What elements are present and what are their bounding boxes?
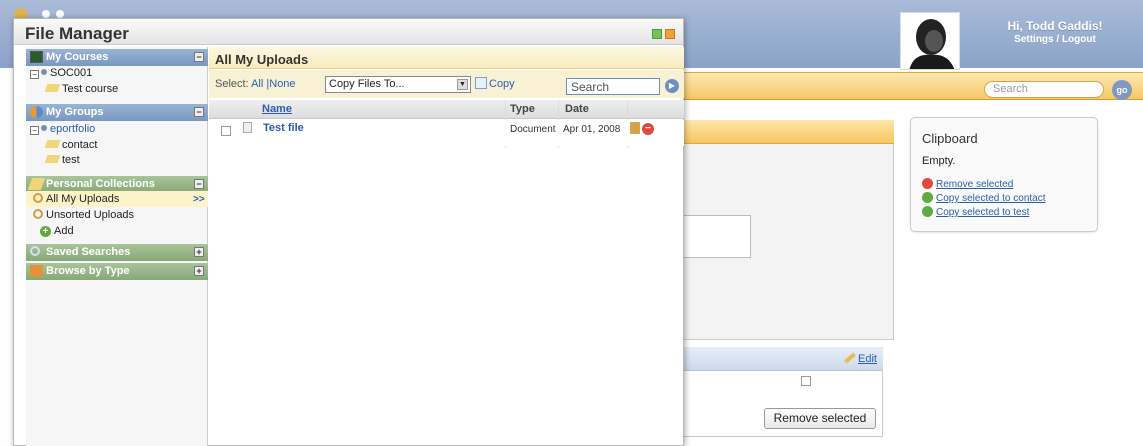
- clipboard-copy-to-test[interactable]: Copy selected to test: [922, 206, 1029, 218]
- account-links: Settings / Logout: [980, 34, 1130, 45]
- selection-checkbox[interactable]: [801, 376, 811, 386]
- copy-button[interactable]: Copy: [475, 77, 515, 90]
- tree-item-eportfolio[interactable]: − eportfolio: [30, 123, 95, 135]
- collapse-icon[interactable]: −: [30, 126, 39, 135]
- chevron-down-icon: ▼: [457, 79, 468, 90]
- add-collection-link[interactable]: + Add: [40, 225, 74, 237]
- tree-item-contact[interactable]: contact: [44, 139, 98, 151]
- pencil-icon: [844, 352, 856, 364]
- monitor-icon: [30, 51, 43, 63]
- clipboard-copy-to-contact[interactable]: Copy selected to contact: [922, 192, 1046, 204]
- search-go-icon[interactable]: ▶: [665, 79, 679, 93]
- column-header-type[interactable]: Type: [510, 103, 535, 115]
- magnifier-icon: [33, 193, 43, 203]
- copy-icon: [475, 77, 487, 89]
- collapse-icon[interactable]: −: [194, 179, 204, 189]
- section-saved-searches[interactable]: Saved Searches +: [26, 244, 208, 261]
- clipboard-action-label: Remove selected: [936, 179, 1014, 190]
- tree-item-label: contact: [62, 139, 98, 151]
- site-search-go-button[interactable]: go: [1112, 80, 1132, 100]
- section-label: Saved Searches: [46, 246, 131, 258]
- tree-item-unsorted-uploads[interactable]: Unsorted Uploads: [33, 209, 134, 221]
- tag-icon: [44, 140, 61, 148]
- column-header-name[interactable]: Name: [262, 103, 292, 115]
- logout-link[interactable]: Logout: [1062, 34, 1096, 45]
- collapse-icon[interactable]: −: [30, 70, 39, 79]
- expand-icon[interactable]: +: [194, 247, 204, 257]
- copy-button-label: Copy: [489, 78, 515, 90]
- add-icon: +: [40, 226, 51, 237]
- tree-item-label: eportfolio: [50, 123, 96, 135]
- select-none-link[interactable]: None: [269, 78, 295, 90]
- section-my-groups[interactable]: My Groups −: [26, 104, 208, 121]
- clipboard-icon[interactable]: [630, 122, 640, 134]
- file-search-input[interactable]: Search: [566, 78, 660, 95]
- user-greeting: Hi, Todd Gaddis!: [1007, 19, 1103, 33]
- clipboard-action-label: Copy selected to test: [936, 207, 1030, 218]
- tree-item-label: test: [62, 154, 80, 166]
- close-icon[interactable]: [665, 29, 675, 39]
- row-checkbox[interactable]: [221, 126, 231, 136]
- section-browse-by-type[interactable]: Browse by Type +: [26, 263, 208, 280]
- expand-icon[interactable]: +: [194, 266, 204, 276]
- copy-files-to-value: Copy Files To...: [329, 78, 405, 90]
- clipboard-title: Clipboard: [922, 131, 978, 146]
- edit-link[interactable]: Edit: [844, 352, 877, 365]
- select-label: Select:: [215, 78, 249, 90]
- tree-item-soc001[interactable]: − SOC001: [30, 67, 92, 79]
- select-all-link[interactable]: All: [251, 78, 263, 90]
- section-label: Browse by Type: [46, 265, 130, 277]
- tag-icon: [44, 155, 61, 163]
- clipboard-remove-selected[interactable]: Remove selected: [922, 178, 1013, 190]
- file-type: Document: [510, 124, 556, 135]
- magnifier-icon: [33, 209, 43, 219]
- section-label: Personal Collections: [46, 178, 155, 190]
- clipboard-status: Empty.: [922, 155, 956, 167]
- remove-selected-button[interactable]: Remove selected: [764, 408, 876, 429]
- tree-item-label: Unsorted Uploads: [46, 209, 135, 221]
- copy-files-to-select[interactable]: Copy Files To... ▼: [325, 76, 471, 93]
- file-name-link[interactable]: Test file: [263, 122, 304, 134]
- edit-label: Edit: [858, 353, 877, 365]
- tag-icon: [27, 178, 46, 190]
- settings-link[interactable]: Settings: [1014, 34, 1053, 45]
- file-manager-title: File Manager: [25, 24, 129, 43]
- tree-item-label: Test course: [62, 83, 119, 95]
- delete-icon[interactable]: −: [642, 123, 654, 135]
- add-icon: [922, 192, 933, 203]
- section-label: My Courses: [46, 51, 109, 63]
- tag-icon: [44, 84, 61, 92]
- tree-item-label: SOC001: [50, 67, 93, 79]
- tree-item-test-course[interactable]: Test course: [44, 83, 119, 95]
- select-controls: Select: All |None: [215, 78, 296, 90]
- course-icon: [41, 69, 47, 75]
- add-icon: [922, 206, 933, 217]
- search-icon: [30, 246, 40, 256]
- column-header-date[interactable]: Date: [565, 103, 589, 115]
- tree-item-test[interactable]: test: [44, 154, 80, 166]
- collapse-icon[interactable]: −: [194, 107, 204, 117]
- main-pane-title: All My Uploads: [215, 52, 309, 67]
- group-icon: [30, 106, 43, 118]
- remove-icon: [922, 178, 933, 189]
- site-search-input[interactable]: Search: [984, 81, 1104, 98]
- tree-item-label: Add: [54, 225, 74, 237]
- link-separator: /: [1056, 34, 1060, 45]
- file-types-icon: [30, 265, 43, 277]
- tree-item-all-my-uploads[interactable]: All My Uploads: [33, 193, 119, 205]
- minimize-icon[interactable]: [652, 29, 662, 39]
- active-indicator: >>: [193, 194, 205, 205]
- clipboard-action-label: Copy selected to contact: [936, 193, 1046, 204]
- document-icon: [243, 122, 252, 133]
- file-date: Apr 01, 2008: [563, 124, 621, 135]
- section-my-courses[interactable]: My Courses −: [26, 49, 208, 66]
- collapse-icon[interactable]: −: [194, 52, 204, 62]
- group-icon: [41, 125, 47, 131]
- section-label: My Groups: [46, 106, 104, 118]
- user-avatar[interactable]: [900, 12, 960, 70]
- tree-item-label: All My Uploads: [46, 193, 120, 205]
